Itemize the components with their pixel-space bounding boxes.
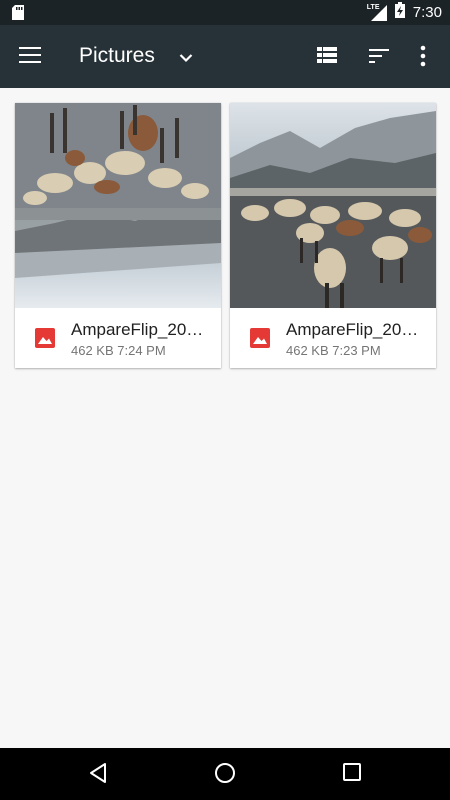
image-file-icon: [250, 328, 270, 353]
chevron-down-icon[interactable]: [179, 50, 193, 68]
status-time: 7:30: [412, 4, 442, 21]
file-meta: 462 KB 7:23 PM: [286, 343, 381, 358]
back-icon[interactable]: [88, 762, 108, 789]
app-toolbar: Pictures: [0, 25, 450, 88]
page-title[interactable]: Pictures: [79, 44, 155, 68]
image-thumbnail: [230, 103, 436, 308]
battery-charging-icon: [394, 2, 405, 23]
image-thumbnail: [15, 103, 221, 308]
signal-icon: LTE: [366, 3, 387, 21]
sd-card-icon: [12, 5, 24, 25]
file-name: AmpareFlip_20…: [71, 320, 204, 339]
file-meta: 462 KB 7:24 PM: [71, 343, 166, 358]
image-file-icon: [35, 328, 55, 353]
file-grid: AmpareFlip_20… 462 KB 7:24 PM AmpareFlip…: [15, 103, 436, 368]
network-type: LTE: [366, 3, 380, 11]
recents-icon[interactable]: [342, 762, 362, 787]
home-icon[interactable]: [214, 762, 236, 789]
file-name: AmpareFlip_20…: [286, 320, 419, 339]
status-bar: LTE 7:30: [0, 0, 450, 25]
file-card[interactable]: AmpareFlip_20… 462 KB 7:23 PM: [230, 103, 436, 368]
sort-icon[interactable]: [369, 49, 389, 68]
list-view-icon[interactable]: [317, 47, 337, 68]
navigation-bar: [0, 748, 450, 800]
menu-icon[interactable]: [19, 46, 41, 69]
more-vert-icon[interactable]: [420, 45, 426, 72]
file-card[interactable]: AmpareFlip_20… 462 KB 7:24 PM: [15, 103, 221, 368]
